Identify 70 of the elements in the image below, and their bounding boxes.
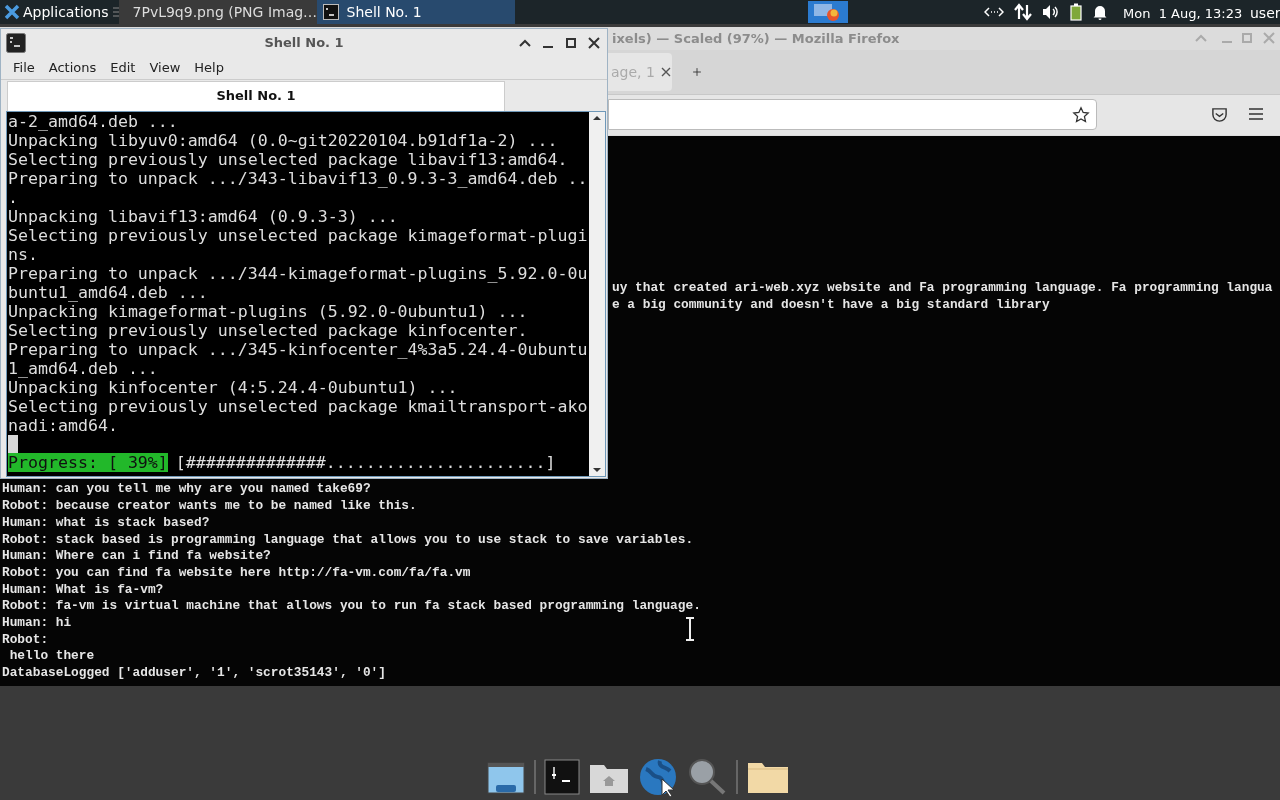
address-field[interactable] xyxy=(608,99,1097,130)
terminal-line: Unpacking kimageformat-plugins (5.92.0-0ubuntu1) ... xyxy=(8,302,528,321)
page-text-line: Human: what is stack based? xyxy=(2,514,210,532)
menu-item[interactable]: File xyxy=(7,58,41,78)
network-icon[interactable] xyxy=(984,5,1004,19)
page-text-line: hello there xyxy=(8,648,95,666)
terminal-line: 1_amd64.deb ... xyxy=(8,359,158,378)
star-icon[interactable] xyxy=(1072,106,1090,124)
terminal-line: Preparing to unpack .../344-kimageformat-plugins_5.92.0-0u xyxy=(8,264,588,283)
text-cursor xyxy=(8,435,18,453)
x-logo-icon xyxy=(4,4,20,20)
terminal-line: ns. xyxy=(8,245,38,264)
page-text-line: uy that created ari-web.xyz website and Fa programming language. Fa programming langua xyxy=(612,280,1273,297)
terminal-line: buntu1_amd64.deb ... xyxy=(8,283,208,302)
globe-icon[interactable] xyxy=(638,757,678,797)
page-text-line: Robot: fa-vm is virtual machine that allows you to run fa stack based programming language. xyxy=(2,598,701,616)
page-text-line: Robot: xyxy=(2,631,49,649)
page-text-line: Robot: because creator wants me to be named like this. xyxy=(2,498,417,515)
pocket-icon[interactable] xyxy=(1211,106,1228,123)
page-text-line: Human: can you tell me why are you named take69? xyxy=(2,481,371,499)
terminal-icon[interactable] xyxy=(544,759,580,795)
page-text-line: Human: Where can i find fa website? xyxy=(2,548,271,565)
menu-item[interactable]: Edit xyxy=(104,58,142,78)
page-text-line: Robot: stack based is programming language that allows you to use stack to save variables. xyxy=(2,531,694,549)
volume-icon[interactable] xyxy=(1042,4,1060,20)
terminal-line: Selecting previously unselected package libavif13:amd64. xyxy=(8,150,568,169)
menu-item[interactable]: Actions xyxy=(42,58,103,78)
terminal-line: Selecting previously unselected package kmailtransport-ako xyxy=(8,397,588,416)
terminal-line: . xyxy=(8,188,18,207)
search-icon[interactable] xyxy=(686,757,728,797)
applications-menu[interactable]: Applications xyxy=(0,0,113,24)
clock[interactable]: Mon 1 Aug, 13:23 xyxy=(1123,4,1243,24)
page-text-line: e a big community and doesn't have a big standard library xyxy=(612,296,1050,314)
close-icon[interactable] xyxy=(587,36,601,50)
terminal-line: Selecting previously unselected package kinfocenter. xyxy=(8,321,528,340)
terminal-icon xyxy=(322,4,339,20)
terminal-line: Preparing to unpack .../343-libavif13_0.9.3-3_amd64.deb .. xyxy=(8,169,588,188)
battery-icon[interactable] xyxy=(1070,3,1082,21)
transfer-arrows-icon[interactable] xyxy=(1014,3,1032,21)
page-text-line: Human: What is fa-vm? xyxy=(2,581,164,599)
text-cursor-icon xyxy=(684,617,696,641)
terminal-tab[interactable]: Shell No. 1 xyxy=(7,81,505,111)
taskbar-button[interactable]: Shell No. 1 xyxy=(316,0,515,24)
terminal-line: a-2_amd64.deb ... xyxy=(8,112,178,131)
handle-icon xyxy=(112,5,119,19)
terminal-line: Unpacking libavif13:amd64 (0.9.3-3) ... xyxy=(8,207,398,226)
terminal-line: Selecting previously unselected package kimageformat-plugi xyxy=(8,226,588,245)
taskbar-button[interactable]: 7PvL9q9.png (PNG Imag… xyxy=(118,0,317,24)
page-text-line: DatabaseLogged ['adduser', '1', 'scrot35143', '0'] xyxy=(2,665,386,682)
workspace-switcher[interactable] xyxy=(808,1,848,23)
menu-item[interactable]: View xyxy=(143,58,187,78)
page-text-line: Robot: you can find fa website here http://fa-vm.com/fa/fa.vm xyxy=(2,564,471,582)
bell-icon[interactable] xyxy=(1092,4,1108,20)
window-title: ixels) — Scaled (97%) — Mozilla Firefox xyxy=(612,29,900,48)
terminal-icon xyxy=(6,33,26,53)
progress-label: Progress: [ 39%] xyxy=(8,453,168,472)
terminal-line: Preparing to unpack .../345-kinfocenter_4%3a5.24.4-0ubuntu xyxy=(8,340,588,359)
menu-item[interactable]: Help xyxy=(188,58,230,78)
window-title: Shell No. 1 xyxy=(264,34,344,53)
close-icon[interactable] xyxy=(660,67,671,77)
terminal-line: Unpacking libyuv0:amd64 (0.0~git20220104.b91df1a-2) ... xyxy=(8,131,558,150)
terminal-line: nadi:amd64. xyxy=(8,416,118,435)
progress-bar-text: [##############......................] xyxy=(175,453,556,472)
maximize-icon[interactable] xyxy=(564,36,578,50)
terminal-line: Unpacking kinfocenter (4:5.24.4-0ubuntu1) ... xyxy=(8,378,458,397)
menu-icon[interactable] xyxy=(1248,107,1264,121)
scrollbar[interactable] xyxy=(589,112,605,476)
window-thumbnail-icon xyxy=(814,4,842,22)
user-menu[interactable]: user xyxy=(1250,3,1280,24)
page-text-line: Human: hi xyxy=(2,615,72,632)
